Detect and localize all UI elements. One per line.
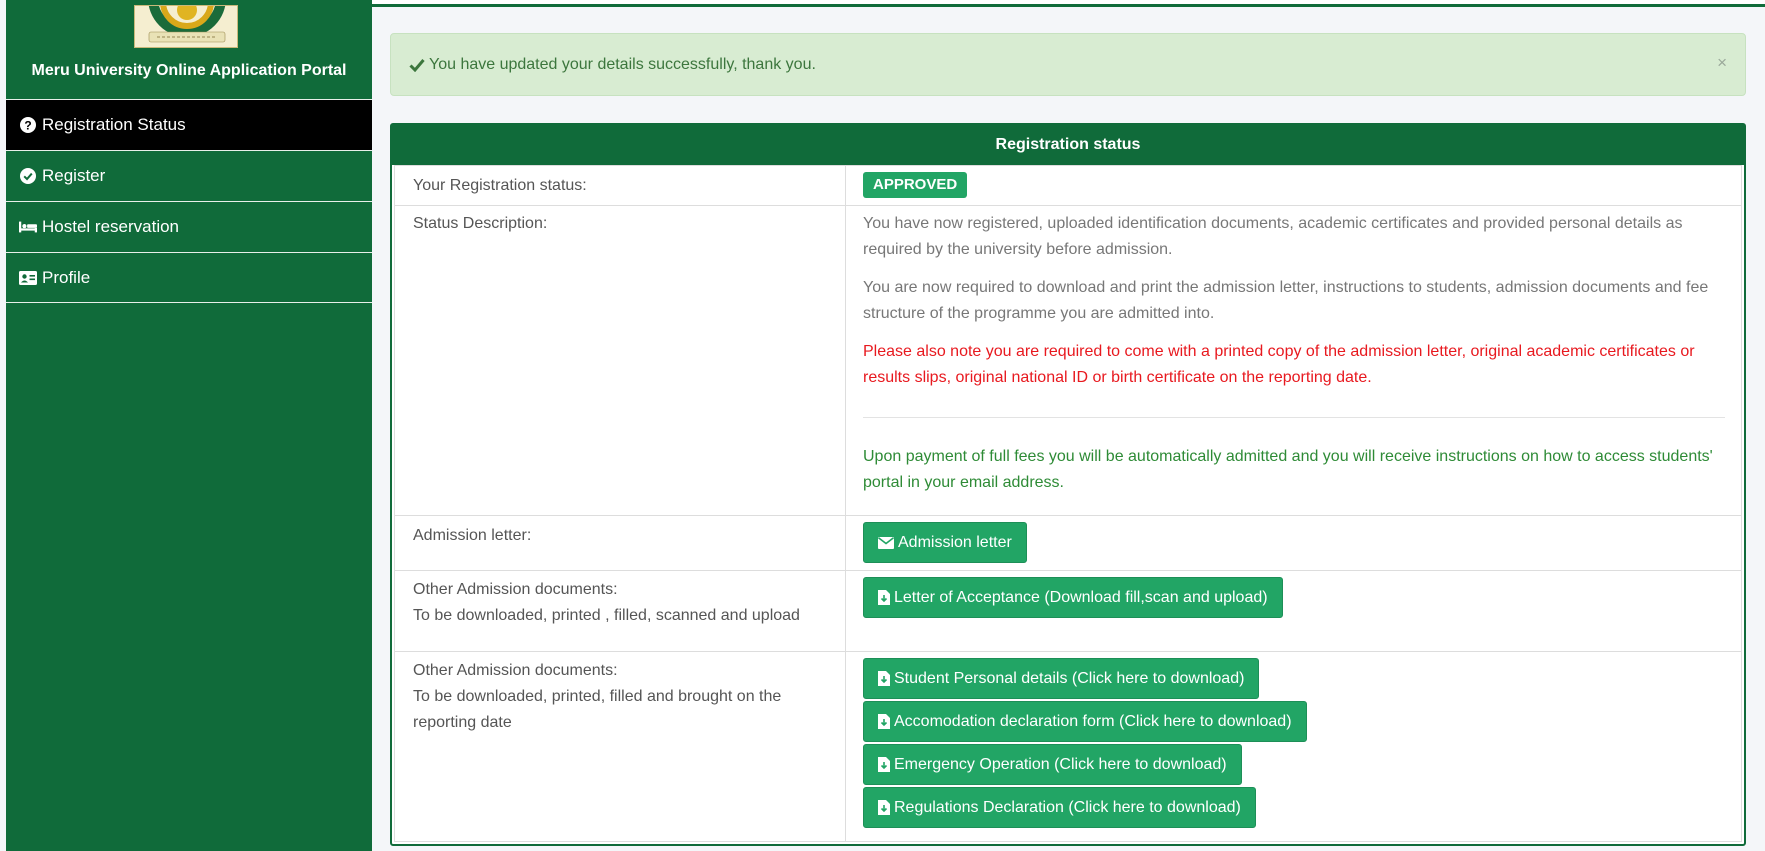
table-row: Other Admission documents: To be downloa… <box>395 652 1741 843</box>
button-label: Regulations Declaration (Click here to d… <box>894 798 1241 816</box>
sidebar-item-hostel-reservation[interactable]: Hostel reservation <box>6 201 372 252</box>
sidebar-nav: ? Registration Status Register Hostel re… <box>6 99 372 303</box>
university-logo <box>134 5 238 48</box>
portal-title: Meru University Online Application Porta… <box>31 62 347 79</box>
top-bar <box>372 0 1765 7</box>
id-card-icon <box>19 269 37 287</box>
sidebar-item-label: Hostel reservation <box>42 217 180 236</box>
sidebar-item-register[interactable]: Register <box>6 150 372 201</box>
button-label: Emergency Operation (Click here to downl… <box>894 755 1227 773</box>
student-personal-details-button[interactable]: Student Personal details (Click here to … <box>863 658 1260 699</box>
table-row: Admission letter: Admission letter <box>395 516 1741 571</box>
file-download-icon <box>878 714 890 729</box>
description-paragraph: You have now registered, uploaded identi… <box>863 215 1683 258</box>
sidebar-item-label: Profile <box>42 267 91 287</box>
question-circle-icon: ? <box>19 116 37 134</box>
other-docs-instruction: To be downloaded, printed, filled and br… <box>413 688 782 731</box>
check-icon <box>409 58 425 72</box>
file-download-icon <box>878 757 890 772</box>
status-description: You have now registered, uploaded identi… <box>863 211 1725 496</box>
other-docs-label: Other Admission documents: <box>413 581 618 598</box>
admission-letter-label: Admission letter: <box>413 527 532 544</box>
button-label: Accomodation declaration form (Click her… <box>894 712 1292 730</box>
status-label: Your Registration status: <box>413 177 587 194</box>
accomodation-declaration-button[interactable]: Accomodation declaration form (Click her… <box>863 701 1307 742</box>
bed-icon <box>19 218 37 236</box>
envelope-icon <box>878 536 894 549</box>
file-download-icon <box>878 671 890 686</box>
close-icon[interactable]: × <box>1717 53 1727 73</box>
description-label: Status Description: <box>413 215 548 232</box>
letter-of-acceptance-button[interactable]: Letter of Acceptance (Download fill,scan… <box>863 577 1283 618</box>
sidebar-item-profile[interactable]: Profile <box>6 252 372 303</box>
alert-message: You have updated your details successful… <box>429 55 816 73</box>
table-row: Your Registration status: APPROVED <box>395 166 1741 206</box>
svg-text:?: ? <box>24 119 31 133</box>
admission-letter-button[interactable]: Admission letter <box>863 522 1027 563</box>
sidebar-item-registration-status[interactable]: ? Registration Status <box>6 99 372 150</box>
table-row: Status Description: You have now registe… <box>395 206 1741 516</box>
description-paragraph: You are now required to download and pri… <box>863 279 1709 322</box>
sidebar-item-label: Register <box>42 166 106 185</box>
button-label: Letter of Acceptance (Download fill,scan… <box>894 588 1268 606</box>
status-table: Your Registration status: APPROVED Statu… <box>394 165 1742 842</box>
sidebar: Meru University Online Application Porta… <box>6 0 372 851</box>
file-download-icon <box>878 590 890 605</box>
button-label: Student Personal details (Click here to … <box>894 669 1245 687</box>
other-docs-instruction: To be downloaded, printed , filled, scan… <box>413 607 800 624</box>
registration-status-panel: Registration status Your Registration st… <box>390 123 1746 846</box>
file-download-icon <box>878 800 890 815</box>
button-label: Admission letter <box>898 533 1012 551</box>
warning-paragraph: Please also note you are required to com… <box>863 343 1695 386</box>
status-badge: APPROVED <box>863 172 968 198</box>
success-alert: You have updated your details successful… <box>390 33 1746 96</box>
fees-note-paragraph: Upon payment of full fees you will be au… <box>863 448 1713 491</box>
emergency-operation-button[interactable]: Emergency Operation (Click here to downl… <box>863 744 1242 785</box>
sidebar-item-label: Registration Status <box>42 115 186 134</box>
other-docs-label: Other Admission documents: <box>413 662 618 679</box>
check-circle-icon <box>19 167 37 185</box>
regulations-declaration-button[interactable]: Regulations Declaration (Click here to d… <box>863 787 1256 828</box>
divider <box>863 417 1725 418</box>
panel-title: Registration status <box>392 125 1744 165</box>
table-row: Other Admission documents: To be downloa… <box>395 571 1741 652</box>
